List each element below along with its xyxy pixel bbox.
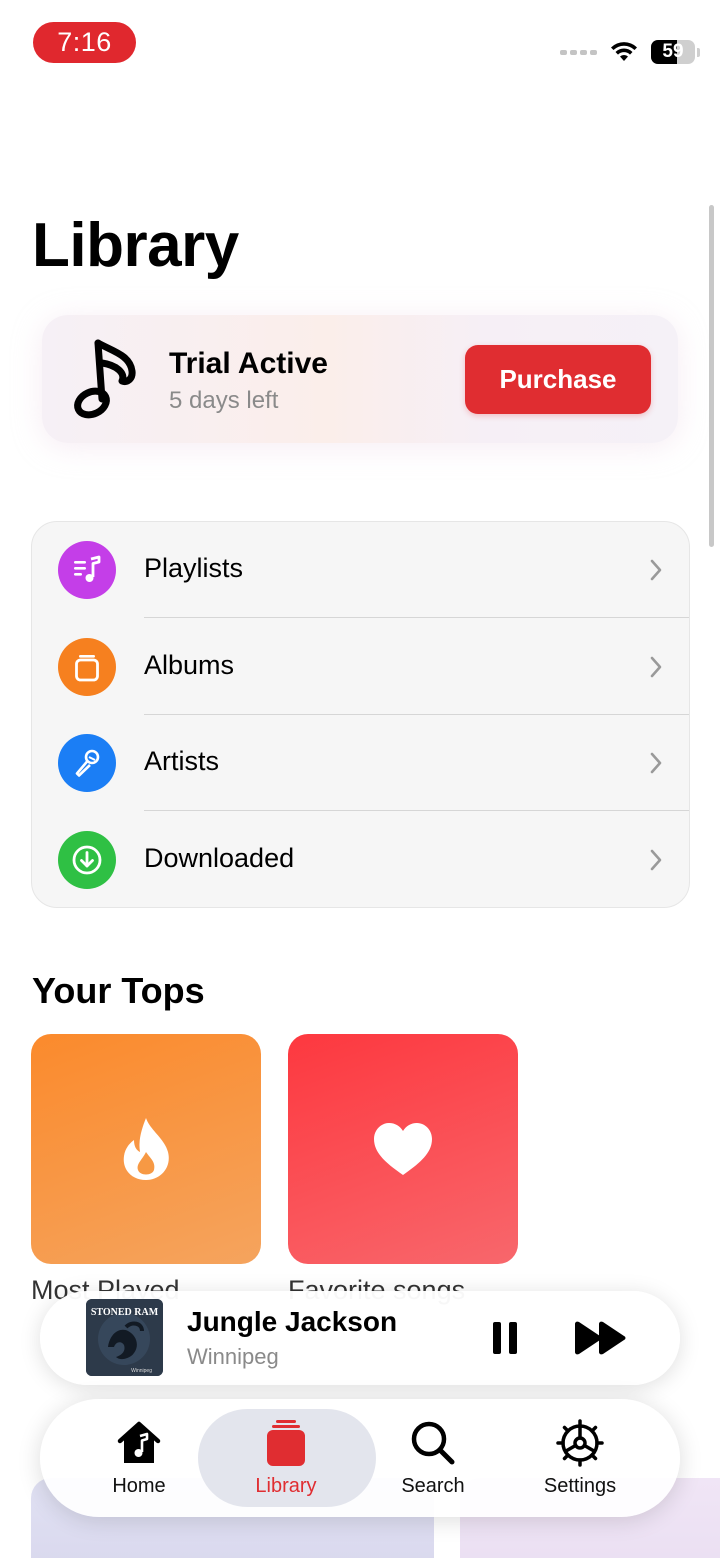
tab-label: Search — [401, 1475, 465, 1497]
trial-banner: Trial Active 5 days left Purchase — [42, 315, 678, 443]
library-menu: Playlists Albums Artists Downloaded — [31, 521, 690, 908]
trial-days-left: 5 days left — [169, 387, 279, 414]
wifi-icon — [611, 42, 637, 61]
status-icons: 59 — [560, 38, 700, 66]
search-icon — [411, 1421, 455, 1465]
most-played-tile[interactable] — [31, 1034, 261, 1264]
cellular-signal-icon — [560, 49, 597, 55]
tab-home[interactable]: Home — [64, 1399, 214, 1517]
tab-label: Home — [112, 1475, 166, 1497]
gear-icon — [556, 1419, 604, 1467]
music-note-icon — [74, 339, 136, 419]
heart-icon — [374, 1123, 432, 1175]
menu-item-label: Artists — [144, 746, 220, 776]
tab-bar: Home Library Search Settings — [40, 1399, 680, 1517]
menu-item-label: Downloaded — [144, 843, 295, 873]
menu-item-label: Playlists — [144, 553, 244, 583]
chevron-right-icon — [650, 559, 662, 581]
menu-item-playlists[interactable]: Playlists — [32, 522, 689, 618]
playlist-icon — [58, 541, 116, 599]
scroll-indicator[interactable] — [709, 205, 714, 547]
album-icon — [58, 638, 116, 696]
trial-title: Trial Active — [169, 347, 328, 380]
pause-icon[interactable] — [488, 1320, 522, 1356]
now-playing-title: Jungle Jackson — [187, 1306, 398, 1337]
tab-label: Settings — [543, 1475, 617, 1497]
library-stack-icon — [267, 1420, 305, 1466]
purchase-button[interactable]: Purchase — [465, 345, 651, 414]
battery-icon: 59 — [651, 40, 695, 64]
menu-item-albums[interactable]: Albums — [32, 619, 689, 715]
your-tops-heading: Your Tops — [32, 970, 205, 1011]
menu-item-artists[interactable]: Artists — [32, 715, 689, 811]
tab-search[interactable]: Search — [358, 1399, 508, 1517]
menu-item-label: Albums — [144, 650, 235, 680]
status-time: 7:16 — [33, 22, 136, 63]
tab-label: Library — [255, 1475, 317, 1497]
chevron-right-icon — [650, 656, 662, 678]
menu-item-downloaded[interactable]: Downloaded — [32, 812, 689, 907]
favorite-songs-tile[interactable] — [288, 1034, 518, 1264]
battery-percent: 59 — [662, 41, 684, 62]
now-playing-artist: Winnipeg — [187, 1344, 279, 1369]
home-music-icon — [117, 1421, 161, 1463]
microphone-icon — [58, 734, 116, 792]
page-title: Library — [32, 211, 239, 280]
album-art-subtitle: Winnipeg — [131, 1368, 152, 1374]
flame-icon — [123, 1118, 169, 1180]
tab-library[interactable]: Library — [211, 1399, 361, 1517]
download-icon — [58, 831, 116, 889]
album-art: STONED RAM Winnipeg — [86, 1299, 163, 1376]
now-playing-bar[interactable]: STONED RAM Winnipeg Jungle Jackson Winni… — [40, 1291, 680, 1385]
fast-forward-icon[interactable] — [573, 1321, 628, 1355]
album-art-title: STONED RAM — [91, 1307, 159, 1318]
chevron-right-icon — [650, 752, 662, 774]
tab-settings[interactable]: Settings — [505, 1399, 655, 1517]
chevron-right-icon — [650, 849, 662, 871]
